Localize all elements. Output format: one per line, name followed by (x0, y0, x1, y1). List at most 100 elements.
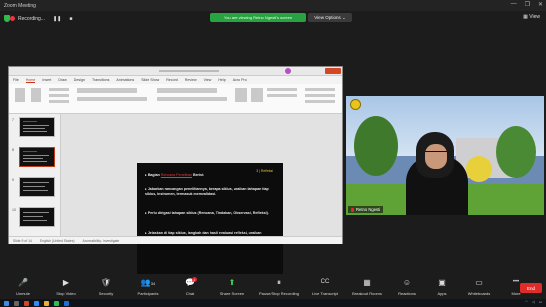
whiteboards-button[interactable]: ▭ Whiteboards (458, 275, 500, 299)
menu-animations[interactable]: Animations (116, 78, 134, 82)
menu-slide-show[interactable]: Slide Show (141, 78, 159, 82)
battery-icon[interactable]: ▭ (539, 300, 542, 304)
thumb-line (23, 131, 47, 132)
font-format-controls[interactable] (77, 97, 147, 101)
accessibility-status[interactable]: Accessibility: Investigate (83, 239, 120, 243)
menu-help[interactable]: Help (218, 78, 225, 82)
menu-review[interactable]: Review (185, 78, 197, 82)
security-button[interactable]: 🛡 Security (86, 275, 126, 299)
share-screen-label: Share Screen (219, 291, 245, 296)
select-control[interactable] (305, 100, 335, 103)
chat-button[interactable]: 💬 1 Chat (170, 275, 210, 299)
video-background-tree (496, 126, 536, 178)
ppt-ribbon (9, 84, 342, 114)
file-explorer-icon[interactable] (44, 300, 49, 306)
ppt-menu-bar: File Home Insert Draw Design Transitions… (9, 76, 342, 84)
shield-icon[interactable] (4, 15, 10, 22)
menu-insert[interactable]: Insert (42, 78, 51, 82)
slide-thumbnail[interactable] (19, 207, 55, 227)
participant-face (425, 144, 447, 169)
slide-thumbnail-selected[interactable] (19, 147, 55, 167)
meeting-top-bar: Recording... ❚❚ ■ You are viewing Retno … (0, 11, 546, 26)
alignment-controls[interactable] (157, 97, 227, 101)
menu-file[interactable]: File (13, 78, 19, 82)
volume-icon[interactable]: ◁ (532, 300, 535, 304)
reset-control[interactable] (49, 94, 69, 97)
thumb-number: 8 (12, 148, 14, 152)
share-screen-button[interactable]: ⬆ Share Screen (210, 275, 254, 299)
end-meeting-button[interactable]: End (520, 283, 542, 293)
avatar[interactable] (285, 68, 291, 74)
close-button[interactable]: ✕ (538, 1, 543, 8)
thumb-title (23, 121, 37, 122)
participants-button[interactable]: 👥34 Participants (126, 275, 170, 299)
shape-outline-control[interactable] (267, 94, 297, 97)
apps-button[interactable]: ▣ Apps (426, 275, 458, 299)
video-background-tree (466, 156, 492, 182)
menu-transitions[interactable]: Transitions (92, 78, 109, 82)
font-select[interactable] (77, 88, 137, 93)
maximize-button[interactable]: ❐ (525, 1, 530, 8)
reactions-button[interactable]: ☺ Reactions (388, 275, 426, 299)
paste-icon[interactable] (15, 88, 25, 102)
menu-design[interactable]: Design (74, 78, 85, 82)
bullet-text: Perlu dirigasi tahapan siklus (Rencana, … (147, 211, 269, 215)
recording-label: Recording... (18, 15, 45, 22)
pause-stop-recording-button[interactable]: ⏸ Pause/Stop Recording (254, 275, 304, 299)
menu-draw[interactable]: Draw (58, 78, 66, 82)
shapes-icon[interactable] (235, 88, 247, 102)
stop-recording-icon[interactable]: ■ (69, 16, 72, 22)
zoom-window: Zoom Meeting — ❐ ✕ Recording... ❚❚ ■ You… (0, 0, 546, 307)
whiteboard-icon: ▭ (475, 278, 483, 287)
replace-control[interactable] (305, 94, 335, 97)
menu-view[interactable]: View (204, 78, 212, 82)
paragraph-controls[interactable] (157, 88, 217, 93)
bullet-lead: Bagian (147, 173, 161, 177)
zoom-taskbar-icon[interactable] (34, 300, 39, 306)
slide-thumbnail[interactable] (19, 117, 55, 137)
unmute-button[interactable]: 🎤 Unmute (0, 275, 46, 299)
word-taskbar-icon[interactable] (64, 300, 69, 306)
stop-video-label: Stop Video (56, 291, 76, 296)
breakout-rooms-button[interactable]: ▦ Breakout Rooms (346, 275, 388, 299)
menu-acro-pro[interactable]: Acro Pro (233, 78, 247, 82)
shape-fill-control[interactable] (267, 88, 297, 91)
pause-recording-icon: ⏸ (277, 278, 281, 287)
slide-bullet: ▸ Jabarkan rancangan penelitiannya, bera… (145, 187, 269, 196)
stop-video-button[interactable]: ▶ Stop Video (46, 275, 86, 299)
screen-share-banner: You are viewing Retno Ngesti's screen (210, 13, 306, 22)
slide-thumbnail-pane[interactable]: 7 8 9 10 (9, 114, 61, 236)
layout-control[interactable] (49, 88, 69, 91)
current-slide[interactable]: 3 | Refleksi ▸ Bagian Rencana Penelitian… (137, 163, 283, 274)
find-control[interactable] (305, 88, 335, 91)
present-button[interactable] (325, 68, 341, 74)
live-transcript-button[interactable]: CC Live Transcript (304, 275, 346, 299)
reactions-icon: ☺ (402, 278, 412, 287)
menu-record[interactable]: Record (166, 78, 178, 82)
muted-mic-icon (351, 207, 354, 212)
section-control[interactable] (49, 100, 69, 103)
view-options-button[interactable]: View Options ⌄ (308, 13, 352, 22)
language-status[interactable]: English (United States) (40, 239, 75, 243)
security-shield-icon: 🛡 (100, 278, 112, 287)
thumb-number: 7 (12, 118, 14, 122)
thumb-line (23, 190, 48, 191)
wifi-icon[interactable]: ◠ (525, 300, 528, 304)
browser-icon[interactable] (54, 300, 59, 306)
participant-video-tile[interactable]: Retno Ngesti (346, 96, 544, 215)
arrange-icon[interactable] (251, 88, 263, 102)
minimize-button[interactable]: — (511, 1, 517, 8)
search-icon[interactable] (14, 300, 19, 306)
thumb-number: 9 (12, 178, 14, 182)
slide-bullet: ▸ Bagian Rencana Penelitian Berisi: (145, 173, 205, 177)
slide-thumbnail[interactable] (19, 177, 55, 197)
thumb-line (23, 216, 43, 217)
menu-home[interactable]: Home (25, 78, 36, 83)
new-slide-icon[interactable] (31, 88, 41, 102)
powerpoint-taskbar-icon[interactable] (24, 300, 29, 306)
pause-recording-icon[interactable]: ❚❚ (53, 16, 61, 22)
thumb-number: 10 (12, 208, 16, 212)
view-button[interactable]: ▦ View (523, 14, 540, 20)
start-menu-icon[interactable] (4, 300, 9, 306)
live-transcript-label: Live Transcript (311, 291, 338, 296)
